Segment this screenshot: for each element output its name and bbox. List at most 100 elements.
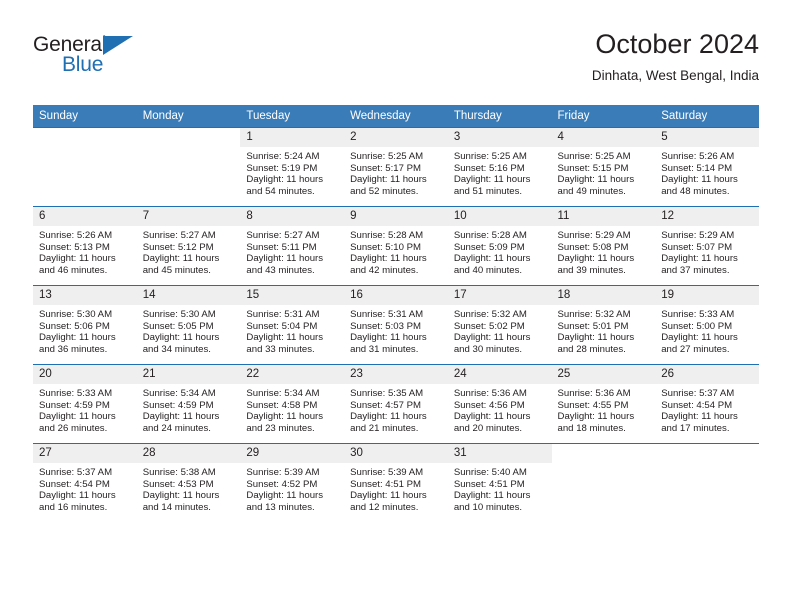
calendar-day-cell[interactable]: 24 Sunrise: 5:36 AM Sunset: 4:56 PM Dayligh… bbox=[447, 364, 552, 444]
sunrise-text: Sunrise: 5:31 AM bbox=[350, 309, 424, 320]
day-details: Sunrise: 5:34 AM Sunset: 4:58 PM Daylight:… bbox=[240, 384, 344, 434]
calendar-day-cell[interactable]: 26 Sunrise: 5:37 AM Sunset: 4:54 PM Dayligh… bbox=[655, 364, 759, 444]
calendar-day-cell[interactable]: 18 Sunrise: 5:32 AM Sunset: 5:01 PM Dayligh… bbox=[551, 285, 656, 365]
page-header: General Blue October 2024 Dinhata, West … bbox=[33, 28, 759, 98]
day-details: Sunrise: 5:33 AM Sunset: 5:00 PM Daylight:… bbox=[655, 305, 759, 355]
calendar-day-cell[interactable]: 6 Sunrise: 5:26 AM Sunset: 5:13 PM Daylight… bbox=[33, 206, 137, 286]
daylight-text-line2: and 36 minutes. bbox=[39, 343, 108, 355]
sunrise-text: Sunrise: 5:35 AM bbox=[350, 388, 424, 399]
general-blue-logo[interactable]: General Blue bbox=[33, 34, 163, 82]
day-number: 8 bbox=[240, 207, 345, 226]
day-details: Sunrise: 5:28 AM Sunset: 5:10 PM Daylight:… bbox=[344, 226, 448, 276]
daylight-text-line1: Daylight: 11 hours bbox=[350, 332, 427, 344]
calendar-day-cell[interactable]: 1 Sunrise: 5:24 AM Sunset: 5:19 PM Daylight… bbox=[240, 127, 345, 207]
calendar-header-row: Sunday Monday Tuesday Wednesday Thursday… bbox=[33, 105, 759, 128]
daylight-text-line1: Daylight: 11 hours bbox=[350, 253, 427, 265]
sunset-text: Sunset: 5:10 PM bbox=[350, 241, 422, 253]
calendar-day-cell[interactable]: 12 Sunrise: 5:29 AM Sunset: 5:07 PM Dayligh… bbox=[655, 206, 759, 286]
calendar-day-cell[interactable]: 16 Sunrise: 5:31 AM Sunset: 5:03 PM Dayligh… bbox=[344, 285, 448, 365]
daylight-text-line2: and 21 minutes. bbox=[350, 422, 419, 434]
day-number: 19 bbox=[655, 286, 759, 305]
daylight-text-line1: Daylight: 11 hours bbox=[453, 490, 531, 502]
day-number: 7 bbox=[136, 207, 241, 226]
daylight-text-line2: and 45 minutes. bbox=[142, 264, 211, 276]
daylight-text-line2: and 28 minutes. bbox=[557, 343, 626, 355]
sunrise-text: Sunrise: 5:34 AM bbox=[142, 388, 216, 399]
sunset-text: Sunset: 4:54 PM bbox=[39, 478, 110, 490]
day-number: 11 bbox=[551, 207, 656, 226]
calendar-day-cell[interactable]: 17 Sunrise: 5:32 AM Sunset: 5:02 PM Dayligh… bbox=[447, 285, 552, 365]
sunrise-text: Sunrise: 5:24 AM bbox=[246, 151, 320, 162]
calendar-day-cell[interactable]: 2 Sunrise: 5:25 AM Sunset: 5:17 PM Daylight… bbox=[344, 127, 448, 207]
sunset-text: Sunset: 5:13 PM bbox=[39, 241, 110, 253]
daylight-text-line2: and 40 minutes. bbox=[453, 264, 523, 276]
calendar-day-cell[interactable]: 30 Sunrise: 5:39 AM Sunset: 4:51 PM Dayligh… bbox=[344, 443, 448, 522]
daylight-text-line1: Daylight: 11 hours bbox=[39, 490, 116, 502]
calendar-day-cell[interactable]: 19 Sunrise: 5:33 AM Sunset: 5:00 PM Dayligh… bbox=[655, 285, 759, 365]
day-details: Sunrise: 5:37 AM Sunset: 4:54 PM Daylight:… bbox=[33, 463, 137, 513]
sunset-text: Sunset: 4:52 PM bbox=[246, 478, 318, 490]
daylight-text-line2: and 26 minutes. bbox=[39, 422, 108, 434]
calendar-day-cell[interactable]: 22 Sunrise: 5:34 AM Sunset: 4:58 PM Dayligh… bbox=[240, 364, 345, 444]
calendar-day-cell[interactable]: 31 Sunrise: 5:40 AM Sunset: 4:51 PM Dayligh… bbox=[447, 443, 552, 522]
calendar-day-cell[interactable]: 8 Sunrise: 5:27 AM Sunset: 5:11 PM Daylight… bbox=[240, 206, 345, 286]
calendar-day-cell[interactable]: 13 Sunrise: 5:30 AM Sunset: 5:06 PM Dayligh… bbox=[33, 285, 137, 365]
daylight-text-line2: and 14 minutes. bbox=[142, 501, 211, 513]
calendar-empty-cell bbox=[655, 443, 759, 522]
daylight-text-line2: and 37 minutes. bbox=[661, 264, 730, 276]
calendar-empty-cell bbox=[136, 127, 241, 207]
sunrise-text: Sunrise: 5:37 AM bbox=[661, 388, 735, 399]
sunset-text: Sunset: 4:53 PM bbox=[142, 478, 214, 490]
calendar-day-cell[interactable]: 4 Sunrise: 5:25 AM Sunset: 5:15 PM Daylight… bbox=[551, 127, 656, 207]
day-number: 15 bbox=[240, 286, 345, 305]
sunset-text: Sunset: 5:01 PM bbox=[557, 320, 629, 332]
daylight-text-line2: and 18 minutes. bbox=[557, 422, 626, 434]
day-details: Sunrise: 5:25 AM Sunset: 5:17 PM Daylight:… bbox=[344, 147, 448, 197]
calendar-day-cell[interactable]: 9 Sunrise: 5:28 AM Sunset: 5:10 PM Daylight… bbox=[344, 206, 448, 286]
calendar-day-cell[interactable]: 27 Sunrise: 5:37 AM Sunset: 4:54 PM Dayligh… bbox=[33, 443, 137, 522]
sunrise-text: Sunrise: 5:25 AM bbox=[350, 151, 424, 162]
daylight-text-line2: and 23 minutes. bbox=[246, 422, 315, 434]
calendar-day-cell[interactable]: 10 Sunrise: 5:28 AM Sunset: 5:09 PM Dayligh… bbox=[447, 206, 552, 286]
day-number: 4 bbox=[551, 128, 656, 147]
day-details: Sunrise: 5:24 AM Sunset: 5:19 PM Daylight:… bbox=[240, 147, 344, 197]
calendar-week-row: 13 Sunrise: 5:30 AM Sunset: 5:06 PM Dayligh… bbox=[33, 285, 759, 365]
daylight-text-line1: Daylight: 11 hours bbox=[350, 411, 427, 423]
day-number: 6 bbox=[33, 207, 137, 226]
calendar-day-cell[interactable]: 29 Sunrise: 5:39 AM Sunset: 4:52 PM Dayligh… bbox=[240, 443, 345, 522]
weekday-header-sunday: Sunday bbox=[33, 105, 137, 128]
sunset-text: Sunset: 4:51 PM bbox=[350, 478, 422, 490]
calendar-day-cell[interactable]: 28 Sunrise: 5:38 AM Sunset: 4:53 PM Dayligh… bbox=[136, 443, 241, 522]
calendar-day-cell[interactable]: 7 Sunrise: 5:27 AM Sunset: 5:12 PM Daylight… bbox=[136, 206, 241, 286]
sunrise-text: Sunrise: 5:39 AM bbox=[246, 467, 320, 478]
daylight-text-line1: Daylight: 11 hours bbox=[142, 411, 220, 423]
daylight-text-line1: Daylight: 11 hours bbox=[142, 253, 220, 265]
calendar-day-cell[interactable]: 21 Sunrise: 5:34 AM Sunset: 4:59 PM Dayligh… bbox=[136, 364, 241, 444]
calendar-day-cell[interactable]: 3 Sunrise: 5:25 AM Sunset: 5:16 PM Daylight… bbox=[447, 127, 552, 207]
daylight-text-line1: Daylight: 11 hours bbox=[453, 253, 531, 265]
day-number: 26 bbox=[655, 365, 759, 384]
sunset-text: Sunset: 5:06 PM bbox=[39, 320, 110, 332]
sunset-text: Sunset: 5:11 PM bbox=[246, 241, 317, 253]
daylight-text-line1: Daylight: 11 hours bbox=[246, 411, 324, 423]
sunset-text: Sunset: 5:19 PM bbox=[246, 162, 318, 174]
calendar-day-cell[interactable]: 11 Sunrise: 5:29 AM Sunset: 5:08 PM Dayligh… bbox=[551, 206, 656, 286]
daylight-text-line1: Daylight: 11 hours bbox=[246, 253, 324, 265]
day-details: Sunrise: 5:28 AM Sunset: 5:09 PM Daylight:… bbox=[448, 226, 552, 276]
calendar-day-cell[interactable]: 15 Sunrise: 5:31 AM Sunset: 5:04 PM Dayligh… bbox=[240, 285, 345, 365]
calendar-day-cell[interactable]: 20 Sunrise: 5:33 AM Sunset: 4:59 PM Dayligh… bbox=[33, 364, 137, 444]
calendar-day-cell[interactable]: 25 Sunrise: 5:36 AM Sunset: 4:55 PM Dayligh… bbox=[551, 364, 656, 444]
daylight-text-line1: Daylight: 11 hours bbox=[142, 490, 220, 502]
calendar-day-cell[interactable]: 14 Sunrise: 5:30 AM Sunset: 5:05 PM Dayligh… bbox=[136, 285, 241, 365]
daylight-text-line2: and 51 minutes. bbox=[453, 185, 523, 197]
calendar-week-row: 1 Sunrise: 5:24 AM Sunset: 5:19 PM Daylight… bbox=[33, 127, 759, 207]
calendar-day-cell[interactable]: 5 Sunrise: 5:26 AM Sunset: 5:14 PM Daylight… bbox=[655, 127, 759, 207]
calendar-day-cell[interactable]: 23 Sunrise: 5:35 AM Sunset: 4:57 PM Dayligh… bbox=[344, 364, 448, 444]
day-number: 13 bbox=[33, 286, 137, 305]
daylight-text-line2: and 48 minutes. bbox=[661, 185, 730, 197]
sunrise-text: Sunrise: 5:28 AM bbox=[453, 230, 527, 241]
sunset-text: Sunset: 5:08 PM bbox=[557, 241, 629, 253]
day-details: Sunrise: 5:37 AM Sunset: 4:54 PM Daylight:… bbox=[655, 384, 759, 434]
sunrise-text: Sunrise: 5:27 AM bbox=[142, 230, 216, 241]
sunrise-text: Sunrise: 5:33 AM bbox=[39, 388, 113, 399]
